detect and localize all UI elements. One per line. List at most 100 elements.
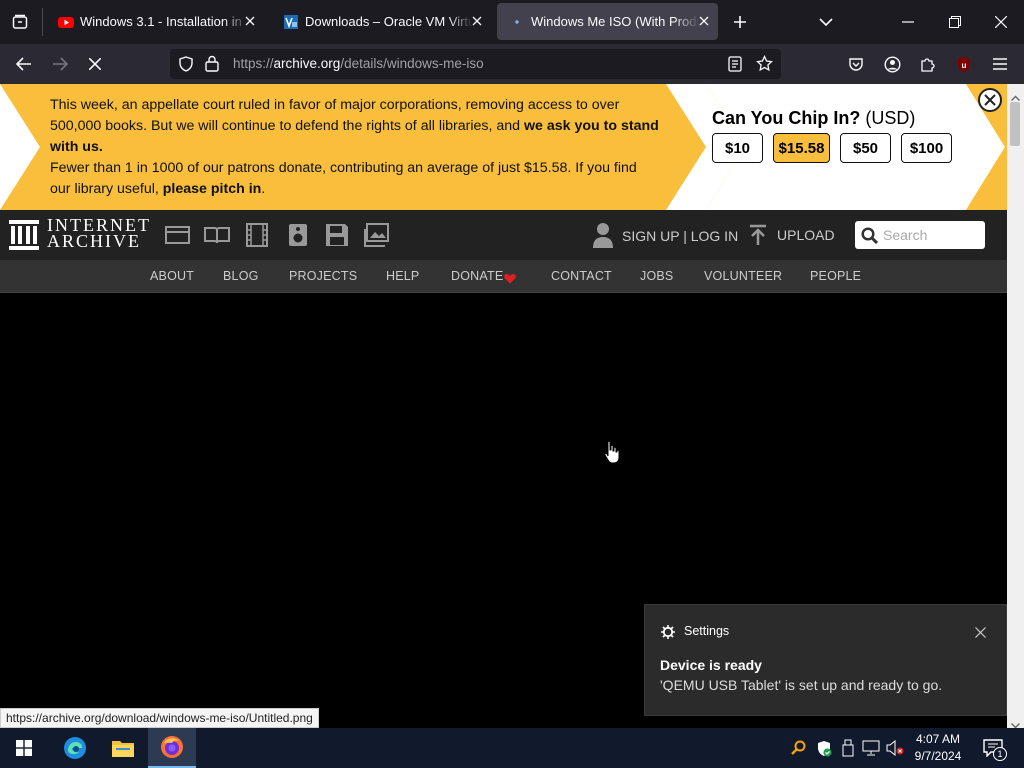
restore-icon[interactable] [943,11,967,33]
donate-amount-10-button[interactable]: $10 [712,133,763,163]
ublock-origin-icon[interactable]: u [953,53,975,75]
web-icon[interactable] [165,223,191,247]
reader-view-icon[interactable] [728,56,742,77]
donate-amount-100-button[interactable]: $100 [901,133,952,163]
forward-arrow-icon[interactable] [49,53,71,75]
tab-title: Downloads – Oracle VM VirtualBox [305,14,473,29]
donate-amount-50-button[interactable]: $50 [840,133,891,163]
signup-login-link[interactable]: SIGN UP | LOG IN [622,228,738,244]
notification-toast[interactable]: Settings Device is ready 'QEMU USB Table… [644,604,1007,716]
youtube-icon [58,14,74,30]
upload-link[interactable]: UPLOAD [777,227,835,243]
tab-windows31[interactable]: Windows 3.1 - Installation in Virt [46,3,264,40]
toast-title: Device is ready [660,657,762,673]
nav-jobs[interactable]: JOBS [640,269,673,283]
virtualbox-icon [283,14,299,30]
network-tray-icon[interactable] [862,740,880,761]
firefox-view-icon[interactable] [8,11,32,33]
toast-app-name: Settings [684,624,730,638]
chip-in-heading: Can You Chip In? [712,108,861,128]
stop-loading-icon[interactable] [84,53,106,75]
search-input[interactable]: Search [883,227,927,243]
browser-nav-bar: https://archive.org/details/windows-me-i… [0,44,1024,106]
heart-icon [504,271,516,289]
minimize-icon[interactable] [896,11,920,33]
account-icon[interactable] [881,53,903,75]
hand-cursor-icon [603,440,621,469]
lock-icon[interactable] [205,55,219,77]
nav-about[interactable]: ABOUT [150,269,194,283]
start-windows-icon[interactable] [0,728,48,768]
search-magnifier-tray-icon[interactable] [791,740,807,761]
nav-donate[interactable]: DONATE [451,269,503,283]
software-icon[interactable] [324,223,350,247]
banner-text-2: Fewer than 1 in 1000 of our patrons dona… [50,160,637,197]
url-scheme: https:// [233,56,274,71]
banner-close-button[interactable] [978,88,1002,112]
browser-tab-strip: Windows 3.1 - Installation in Virt Downl… [0,0,1024,44]
nav-blog[interactable]: BLOG [223,269,259,283]
banner-message: This week, an appellate court ruled in f… [50,95,660,200]
bookmark-star-icon[interactable] [756,54,773,77]
upload-icon[interactable] [749,224,767,251]
images-icon[interactable] [364,223,390,247]
close-tab-icon[interactable] [696,13,712,29]
close-window-icon[interactable] [989,11,1013,33]
ia-top-nav: ABOUT BLOG PROJECTS HELP DONATE CONTACT … [0,260,1007,293]
usb-device-tray-icon[interactable] [842,739,854,762]
close-tab-icon[interactable] [242,13,258,29]
clock-time: 4:07 AM [915,732,961,746]
url-text[interactable]: https://archive.org/details/windows-me-i… [233,56,484,71]
nav-projects[interactable]: PROJECTS [289,269,357,283]
tab-divider [42,8,43,36]
toast-body: 'QEMU USB Tablet' is set up and ready to… [660,677,943,693]
chip-in-currency: (USD) [860,108,916,128]
nav-volunteer[interactable]: VOLUNTEER [704,269,782,283]
loading-dot-icon [509,14,525,30]
tracking-protection-shield-icon[interactable] [178,56,194,77]
windows-taskbar: 4:07 AM 9/7/2024 1 [0,728,1024,768]
notification-count-badge: 1 [993,747,1007,761]
video-icon[interactable] [244,223,270,247]
texts-icon[interactable] [204,223,230,247]
chip-in-title: Can You Chip In? (USD) [712,108,915,129]
banner-text-2-end: . [261,181,266,197]
ia-header: INTERNET ARCHIVE SIGN UP | LOG IN UPLOAD… [0,210,1007,260]
url-bar[interactable]: https://archive.org/details/windows-me-i… [170,49,781,79]
scrollbar-thumb[interactable] [1010,102,1020,146]
search-box[interactable]: Search [855,221,985,249]
tab-title: Windows 3.1 - Installation in Virt [80,14,248,29]
user-icon[interactable] [593,222,613,253]
defender-shield-tray-icon[interactable] [816,740,832,762]
audio-icon[interactable] [285,223,311,247]
ia-logo-building-icon[interactable] [9,220,39,255]
list-tabs-chevron-icon[interactable] [815,11,837,33]
nav-help[interactable]: HELP [386,269,419,283]
file-explorer-icon[interactable] [99,728,147,768]
tab-title: Windows Me ISO (With Product Key) [531,14,699,29]
url-path: /details/windows-me-iso [340,56,484,71]
firefox-taskbar-icon[interactable] [148,728,196,768]
vertical-scrollbar[interactable] [1007,84,1024,729]
tab-windows-me-iso[interactable]: Windows Me ISO (With Product Key) [497,3,718,40]
tab-virtualbox[interactable]: Downloads – Oracle VM VirtualBox [271,3,491,40]
extensions-puzzle-icon[interactable] [917,53,939,75]
hamburger-menu-icon[interactable] [989,53,1011,75]
url-host: archive.org [273,56,341,71]
toast-close-icon[interactable] [975,625,986,643]
volume-muted-tray-icon[interactable] [886,739,904,761]
new-tab-icon[interactable] [729,11,751,33]
pocket-icon[interactable] [845,53,867,75]
donate-amount-1558-button[interactable]: $15.58 [773,133,830,163]
nav-people[interactable]: PEOPLE [810,269,861,283]
search-icon [861,227,879,249]
ia-logo-text[interactable]: INTERNET ARCHIVE [47,216,151,251]
edge-icon[interactable] [51,728,99,768]
back-arrow-icon[interactable] [13,53,35,75]
ia-logo-line2: ARCHIVE [47,231,141,251]
close-icon [984,94,996,106]
close-tab-icon[interactable] [469,13,485,29]
nav-contact[interactable]: CONTACT [551,269,612,283]
clock-date: 9/7/2024 [914,749,962,763]
system-clock[interactable]: 4:07 AM 9/7/2024 [908,731,968,765]
